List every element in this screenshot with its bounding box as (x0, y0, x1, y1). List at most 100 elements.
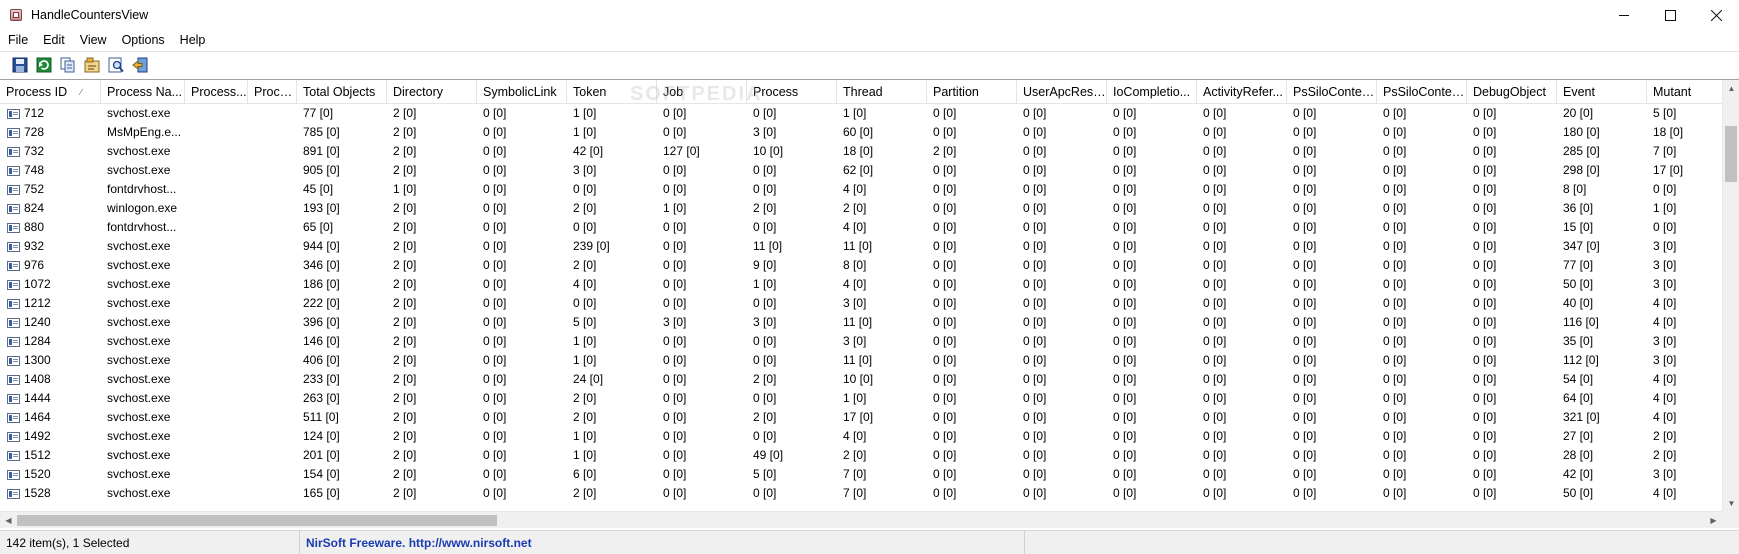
header-col-io-completion[interactable]: IoCompletio... (1107, 80, 1197, 104)
cell-partition: 0 [0] (933, 125, 957, 139)
cell-process-desc (248, 389, 297, 408)
process-icon (7, 318, 20, 328)
window-controls (1601, 0, 1739, 30)
handle-counters-list[interactable]: Process ID ∕ Process Na... Process... Proce.… (0, 79, 1739, 528)
cell-process-path (185, 237, 248, 256)
menu-file[interactable]: File (0, 30, 35, 51)
minimize-button[interactable] (1601, 0, 1647, 30)
cell-process-id: 1408 (0, 370, 101, 389)
cell-text: 1072 (24, 277, 51, 291)
header-col-ps-silo-context-2[interactable]: PsSiloContex... (1377, 80, 1467, 104)
menu-options[interactable]: Options (114, 30, 172, 51)
header-col-ps-silo-context-1[interactable]: PsSiloContex... (1287, 80, 1377, 104)
cell-token: 4 [0] (573, 277, 597, 291)
header-col-symbolic-link[interactable]: SymbolicLink (477, 80, 567, 104)
cell-process-id: 732 (0, 142, 101, 161)
header-col-activity-reference[interactable]: ActivityRefer... (1197, 80, 1287, 104)
scroll-left-icon[interactable]: ◀ (0, 512, 17, 528)
vertical-scroll-thumb[interactable] (1725, 126, 1737, 182)
header-col-process-desc[interactable]: Proce... (248, 80, 297, 104)
cell-thread: 1 [0] (843, 391, 867, 405)
cell-user-apc-reserve: 0 [0] (1023, 372, 1047, 386)
table-row[interactable]: 932 svchost.exe 944 [0] 2 [0] 0 [0] 239 [0] 0 … (0, 237, 1737, 256)
cell-activity-reference: 0 [0] (1203, 486, 1227, 500)
table-row[interactable]: 752 fontdrvhost... 45 [0] 1 [0] 0 [0] 0 [0] 0 … (0, 180, 1737, 199)
table-row[interactable]: 1464 svchost.exe 511 [0] 2 [0] 0 [0] 2 [0] 0 [… (0, 408, 1737, 427)
scroll-up-icon[interactable]: ▲ (1723, 80, 1739, 97)
scroll-right-icon[interactable]: ▶ (1705, 512, 1722, 528)
cell-token: 2 [0] (573, 258, 597, 272)
table-row[interactable]: 880 fontdrvhost... 65 [0] 2 [0] 0 [0] 0 [0] 0 … (0, 218, 1737, 237)
header-col-partition[interactable]: Partition (927, 80, 1017, 104)
process-icon (7, 223, 20, 233)
menu-view[interactable]: View (72, 30, 114, 51)
cell-io-completion: 0 [0] (1113, 106, 1137, 120)
table-row[interactable]: 732 svchost.exe 891 [0] 2 [0] 0 [0] 42 [0] 127… (0, 142, 1737, 161)
exit-button[interactable] (130, 55, 150, 75)
nirsoft-link[interactable]: NirSoft Freeware. http://www.nirsoft.net (300, 530, 1025, 554)
header-col-job[interactable]: Job (657, 80, 747, 104)
table-row[interactable]: 712 svchost.exe 77 [0] 2 [0] 0 [0] 1 [0] 0 [0]… (0, 104, 1737, 123)
header-col-total-objects[interactable]: Total Objects (297, 80, 387, 104)
table-row[interactable]: 728 MsMpEng.e... 785 [0] 2 [0] 0 [0] 1 [0] 0 [… (0, 123, 1737, 142)
close-button[interactable] (1693, 0, 1739, 30)
cell-user-apc-reserve: 0 [0] (1023, 296, 1047, 310)
process-icon (7, 109, 20, 119)
list-rows: 712 svchost.exe 77 [0] 2 [0] 0 [0] 1 [0] 0 [0]… (0, 104, 1737, 503)
cell-io-completion: 0 [0] (1113, 467, 1137, 481)
cell-job: 0 [0] (663, 334, 687, 348)
find-button[interactable] (106, 55, 126, 75)
horizontal-scroll-thumb[interactable] (17, 515, 497, 526)
cell-total-objects: 406 [0] (303, 353, 340, 367)
table-row[interactable]: 1408 svchost.exe 233 [0] 2 [0] 0 [0] 24 [0] 0 … (0, 370, 1737, 389)
menu-edit[interactable]: Edit (35, 30, 72, 51)
cell-event: 20 [0] (1563, 106, 1594, 120)
table-row[interactable]: 1284 svchost.exe 146 [0] 2 [0] 0 [0] 1 [0] 0 [… (0, 332, 1737, 351)
header-col-process[interactable]: Process (747, 80, 837, 104)
header-label: SymbolicLink (483, 85, 557, 99)
header-col-process-path[interactable]: Process... (185, 80, 248, 104)
header-col-debug-object[interactable]: DebugObject (1467, 80, 1557, 104)
cell-debug-object: 0 [0] (1473, 315, 1497, 329)
header-col-token[interactable]: Token (567, 80, 657, 104)
cell-process-path (185, 294, 248, 313)
header-col-thread[interactable]: Thread (837, 80, 927, 104)
cell-thread: 4 [0] (843, 429, 867, 443)
vertical-scrollbar[interactable]: ▲ ▼ (1722, 80, 1739, 512)
scroll-down-icon[interactable]: ▼ (1723, 495, 1739, 512)
save-button[interactable] (10, 55, 30, 75)
header-col-process-id[interactable]: Process ID ∕ (0, 80, 101, 104)
table-row[interactable]: 1444 svchost.exe 263 [0] 2 [0] 0 [0] 2 [0] 0 [… (0, 389, 1737, 408)
horizontal-scrollbar[interactable]: ◀ ▶ (0, 511, 1722, 528)
maximize-button[interactable] (1647, 0, 1693, 30)
table-row[interactable]: 1492 svchost.exe 124 [0] 2 [0] 0 [0] 1 [0] 0 [… (0, 427, 1737, 446)
cell-debug-object: 0 [0] (1473, 144, 1497, 158)
menu-help[interactable]: Help (172, 30, 213, 51)
refresh-button[interactable] (34, 55, 54, 75)
cell-total-objects: 65 [0] (303, 220, 334, 234)
header-col-directory[interactable]: Directory (387, 80, 477, 104)
copy-button[interactable] (58, 55, 78, 75)
table-row[interactable]: 748 svchost.exe 905 [0] 2 [0] 0 [0] 3 [0] 0 [0… (0, 161, 1737, 180)
table-row[interactable]: 976 svchost.exe 346 [0] 2 [0] 0 [0] 2 [0] 0 [0… (0, 256, 1737, 275)
header-col-process-name[interactable]: Process Na... (101, 80, 185, 104)
cell-process-id: 880 (0, 218, 101, 237)
table-row[interactable]: 1072 svchost.exe 186 [0] 2 [0] 0 [0] 4 [0] 0 [… (0, 275, 1737, 294)
cell-process-id: 752 (0, 180, 101, 199)
table-row[interactable]: 1520 svchost.exe 154 [0] 2 [0] 0 [0] 6 [0] 0 [… (0, 465, 1737, 484)
table-row[interactable]: 824 winlogon.exe 193 [0] 2 [0] 0 [0] 2 [0] 1 [… (0, 199, 1737, 218)
table-row[interactable]: 1240 svchost.exe 396 [0] 2 [0] 0 [0] 5 [0] 3 [… (0, 313, 1737, 332)
cell-user-apc-reserve: 0 [0] (1023, 334, 1047, 348)
header-col-event[interactable]: Event (1557, 80, 1647, 104)
header-label: IoCompletio... (1113, 85, 1191, 99)
cell-process-id: 932 (0, 237, 101, 256)
properties-button[interactable] (82, 55, 102, 75)
table-row[interactable]: 1512 svchost.exe 201 [0] 2 [0] 0 [0] 1 [0] 0 [… (0, 446, 1737, 465)
cell-token: 3 [0] (573, 163, 597, 177)
table-row[interactable]: 1528 svchost.exe 165 [0] 2 [0] 0 [0] 2 [0] 0 [… (0, 484, 1737, 503)
cell-text: 752 (24, 182, 45, 196)
cell-process: 5 [0] (753, 467, 777, 481)
table-row[interactable]: 1212 svchost.exe 222 [0] 2 [0] 0 [0] 0 [0] 0 [… (0, 294, 1737, 313)
table-row[interactable]: 1300 svchost.exe 406 [0] 2 [0] 0 [0] 1 [0] 0 [… (0, 351, 1737, 370)
header-col-user-apc-reserve[interactable]: UserApcRese... (1017, 80, 1107, 104)
